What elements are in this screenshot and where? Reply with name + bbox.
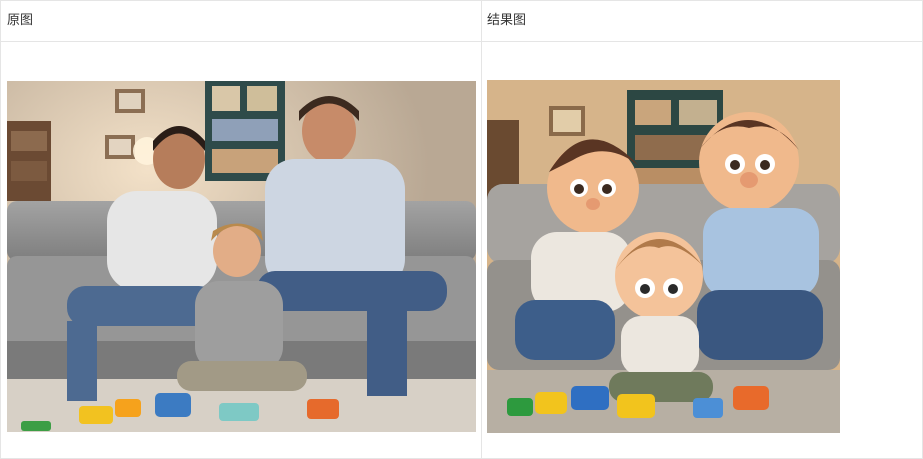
original-column-header: 原图 — [7, 13, 34, 28]
result-image[interactable] — [487, 80, 840, 433]
result-column-header: 结果图 — [487, 13, 527, 28]
column-divider — [481, 1, 482, 458]
header-row — [1, 1, 922, 42]
comparison-table: 原图 结果图 — [0, 0, 923, 459]
original-image[interactable] — [7, 81, 476, 432]
